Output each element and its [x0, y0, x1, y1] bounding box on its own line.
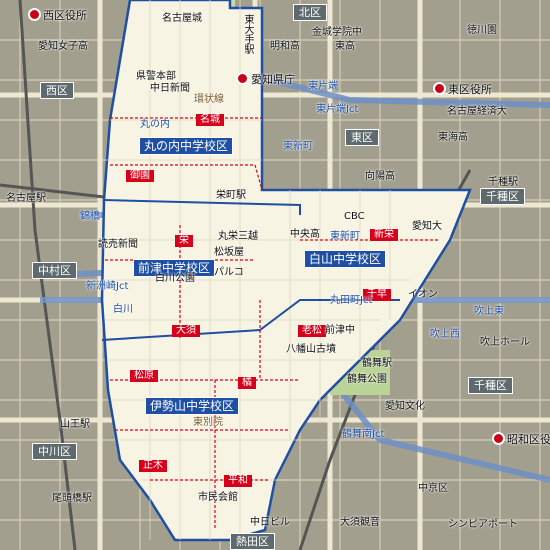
landmark-mukai: シンピアポート: [448, 519, 518, 530]
landmark-kinjo: 金城学院中: [312, 27, 362, 38]
ward-label-higashi: 東区: [345, 129, 379, 146]
landmark-fukiage-hall: 吹上ホール: [480, 337, 530, 348]
district-shinsakae: 新栄: [370, 229, 398, 241]
landmark-parco: パルコ: [214, 267, 244, 278]
landmark-cbc: CBC: [344, 211, 365, 222]
landmark-aeon: イオン: [408, 289, 438, 300]
road-kanjo: 環状線: [194, 94, 224, 105]
landmark-tokugawa: 徳川園: [467, 25, 497, 36]
station-sakaemachi: 栄町駅: [216, 190, 246, 201]
station-sannou: 山王駅: [60, 419, 90, 430]
road-higashi-betsuin: 東別院: [193, 417, 223, 428]
office-marker-icon: [236, 72, 249, 85]
road-tsurumai-jct: 鶴舞南Jct: [342, 429, 385, 440]
landmark-osu-kannon: 前津中: [325, 325, 355, 336]
landmark-chunichi: 中日新聞: [150, 83, 190, 94]
road-shinsu-jct: 新洲崎Jct: [86, 281, 129, 292]
ward-label-nishi: 西区: [40, 82, 74, 99]
station-chikusa: 千種駅: [488, 177, 518, 188]
district-osu: 大須: [172, 325, 200, 337]
office-aichi-pref: 愛知県庁: [236, 72, 295, 85]
ward-label-nakamura: 中村区: [32, 262, 77, 279]
station-nagoya: 名古屋駅: [6, 193, 46, 204]
landmark-matsuzakaya: 松坂屋: [214, 247, 244, 258]
station-higashi-ozone: 東大手駅: [242, 14, 253, 54]
ward-label-chikusa: 千種区: [468, 377, 513, 394]
road-fukiage-east: 吹上東: [474, 306, 504, 317]
office-showa: 昭和区役所: [492, 432, 550, 445]
station-owari: 尾頭橋駅: [52, 493, 92, 504]
district-sakae: 栄: [175, 235, 193, 247]
landmark-yomiuri: 読売新聞: [98, 239, 138, 250]
office-marker-icon: [28, 8, 41, 21]
district-gofuku: 御園: [126, 170, 154, 182]
landmark-chuo-hs: 愛知大: [412, 221, 442, 232]
road-higashi-shinmachi-2: 東新町: [330, 231, 360, 242]
office-marker-icon: [433, 82, 446, 95]
district-map: 西区 北区 東区 中村区 中川区 千種区 千種区 熱田区 丸の内中学校区 前津中…: [0, 0, 550, 550]
road-higashi-shinmachi: 東新町: [283, 141, 313, 152]
district-oimatsu: 老松: [298, 325, 326, 337]
landmark-shimin-kaikan: 市民会館: [198, 492, 238, 503]
landmark-tsurumai-park: 鶴舞公園: [347, 374, 387, 385]
road-higashi-kataha-jct: 東片端Jct: [316, 104, 359, 115]
landmark-shinpia: 大須観音: [340, 517, 380, 528]
landmark-higashi-hs2: 名古屋経済大: [447, 106, 507, 117]
landmark-nagoya-castle: 名古屋城: [162, 13, 202, 24]
landmark-metal: 中日ビル: [250, 517, 290, 528]
ward-label-nakagawa: 中川区: [32, 443, 77, 460]
road-marunouchi: 丸の内: [140, 119, 170, 130]
landmark-shirakawa-park: 白川公園: [155, 273, 195, 284]
landmark-hachiman: 愛知文化: [385, 401, 425, 412]
district-masaki: 正木: [139, 460, 167, 472]
landmark-maruei: 丸栄三越: [218, 231, 258, 242]
road-maruta-jct: 丸田町Jct: [330, 295, 373, 306]
landmark-nakaku-office: 中央高: [290, 229, 320, 240]
road-higashi-kataha: 東片端: [308, 81, 338, 92]
landmark-maezu: 八幡山古墳: [286, 344, 336, 355]
office-marker-icon: [492, 432, 505, 445]
landmark-nagoya-keizai: 中京区: [418, 483, 448, 494]
district-tachibana: 橘: [238, 377, 256, 389]
district-meijo: 名城: [196, 114, 224, 126]
office-higashi: 東区役所: [433, 82, 492, 95]
school-district-iseyama: 伊勢山中学校区: [145, 397, 240, 415]
district-matsubara: 松原: [130, 370, 158, 382]
station-tsurumai: 鶴舞駅: [362, 358, 392, 369]
landmark-meiwa: 明和高: [270, 41, 300, 52]
road-fukiage-west: 吹上西: [430, 329, 460, 340]
landmark-higashi-hs: 東高: [335, 41, 355, 52]
ward-label-chikusa-east: 千種区: [480, 188, 525, 205]
office-nishi: 西区役所: [28, 8, 87, 21]
road-nishiki: 錦橋: [80, 211, 100, 222]
district-heiwa: 平和: [224, 475, 252, 487]
road-shirakawa: 白川: [113, 304, 133, 315]
landmark-tanki: 向陽高: [365, 171, 395, 182]
school-district-marunouchi: 丸の内中学校区: [139, 137, 234, 155]
landmark-aichi-girls: 愛知女子高: [38, 41, 88, 52]
landmark-police: 県警本部: [136, 71, 176, 82]
ward-label-atsuta: 熱田区: [230, 533, 275, 550]
school-district-shirakawa: 白山中学校区: [304, 250, 387, 268]
landmark-aichi-u: 東海高: [438, 132, 468, 143]
ward-label-kita: 北区: [293, 4, 327, 21]
